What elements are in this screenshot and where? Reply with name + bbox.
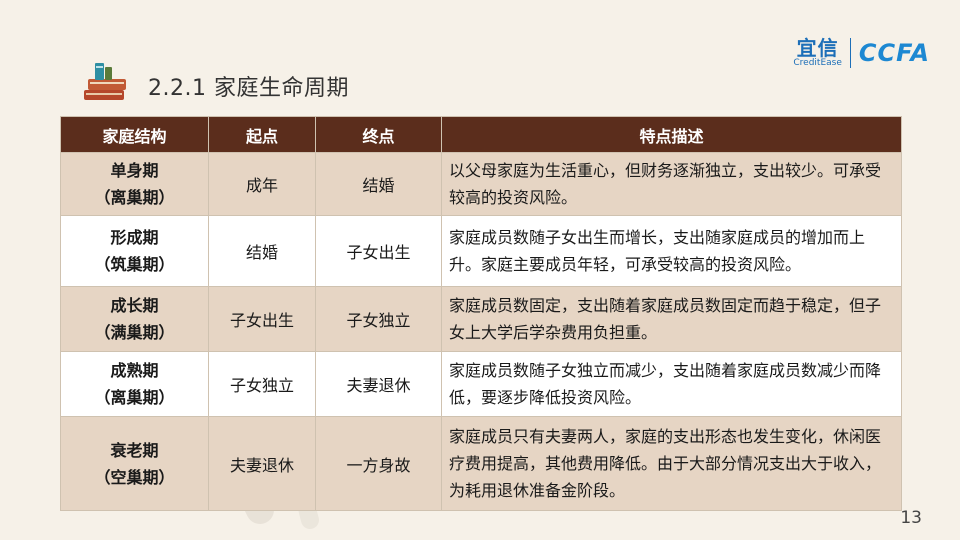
stage-alias: （筑巢期）	[94, 255, 175, 274]
logo-brand-en: CreditEase	[793, 58, 842, 68]
description-cell: 家庭成员数固定，支出随着家庭成员数固定而趋于稳定，但子女上大学后学杂费用负担重。	[441, 286, 902, 352]
end-cell: 夫妻退休	[315, 351, 442, 417]
page-number: 13	[900, 508, 922, 528]
column-header-structure: 家庭结构	[60, 116, 209, 153]
description-cell: 家庭成员数随子女独立而减少，支出随着家庭成员数减少而降低，要逐步降低投资风险。	[441, 351, 902, 417]
start-cell: 结婚	[208, 215, 316, 287]
end-cell: 子女独立	[315, 286, 442, 352]
stage-name: 成熟期	[110, 361, 159, 380]
description-cell: 家庭成员只有夫妻两人，家庭的支出形态也发生变化，休闲医疗费用提高，其他费用降低。…	[441, 416, 902, 511]
logo-divider	[849, 38, 851, 68]
stage-cell: 成长期 （满巢期）	[60, 286, 209, 352]
stage-alias: （离巢期）	[94, 188, 175, 207]
stage-alias: （空巢期）	[94, 467, 175, 487]
stage-alias: （满巢期）	[94, 323, 175, 342]
start-cell: 子女出生	[208, 286, 316, 352]
description-cell: 以父母家庭为生活重心，但财务逐渐独立，支出较少。可承受较高的投资风险。	[441, 152, 902, 216]
logo-brand-cn: 宜信	[796, 36, 839, 60]
stage-name: 衰老期	[110, 440, 159, 460]
column-header-end: 终点	[315, 116, 442, 153]
start-cell: 成年	[208, 152, 316, 216]
table-row: 形成期 （筑巢期） 结婚 子女出生 家庭成员数随子女出生而增长，支出随家庭成员的…	[60, 215, 902, 287]
stage-name: 成长期	[110, 296, 159, 315]
table-row: 衰老期 （空巢期） 夫妻退休 一方身故 家庭成员只有夫妻两人，家庭的支出形态也发…	[60, 416, 902, 511]
logo-area: 宜信 CreditEase CCFA	[793, 36, 930, 70]
start-cell: 子女独立	[208, 351, 316, 417]
column-header-description: 特点描述	[441, 116, 902, 153]
stage-alias: （离巢期）	[94, 388, 175, 407]
table-row: 单身期 （离巢期） 成年 结婚 以父母家庭为生活重心，但财务逐渐独立，支出较少。…	[60, 152, 902, 216]
ccfa-logo: CCFA	[858, 39, 930, 67]
end-cell: 结婚	[315, 152, 442, 216]
stage-name: 形成期	[110, 228, 159, 247]
end-cell: 一方身故	[315, 416, 442, 511]
page-title: 2.2.1 家庭生命周期	[148, 76, 349, 101]
end-cell: 子女出生	[315, 215, 442, 287]
start-cell: 夫妻退休	[208, 416, 316, 511]
stage-name: 单身期	[110, 161, 159, 180]
column-header-start: 起点	[208, 116, 316, 153]
table-row: 成熟期 （离巢期） 子女独立 夫妻退休 家庭成员数随子女独立而减少，支出随着家庭…	[60, 351, 902, 417]
stage-cell: 单身期 （离巢期）	[60, 152, 209, 216]
books-icon	[84, 63, 126, 100]
stage-cell: 衰老期 （空巢期）	[60, 416, 209, 511]
description-cell: 家庭成员数随子女出生而增长，支出随家庭成员的增加而上升。家庭主要成员年轻，可承受…	[441, 215, 902, 287]
stage-cell: 形成期 （筑巢期）	[60, 215, 209, 287]
creditease-logo: 宜信 CreditEase	[793, 38, 842, 68]
stage-cell: 成熟期 （离巢期）	[60, 351, 209, 417]
table-header-row: 家庭结构 起点 终点 特点描述	[60, 116, 902, 153]
lifecycle-table: 家庭结构 起点 终点 特点描述 单身期 （离巢期） 成年 结婚 以父母家庭为生活…	[60, 116, 902, 511]
table-row: 成长期 （满巢期） 子女出生 子女独立 家庭成员数固定，支出随着家庭成员数固定而…	[60, 286, 902, 352]
